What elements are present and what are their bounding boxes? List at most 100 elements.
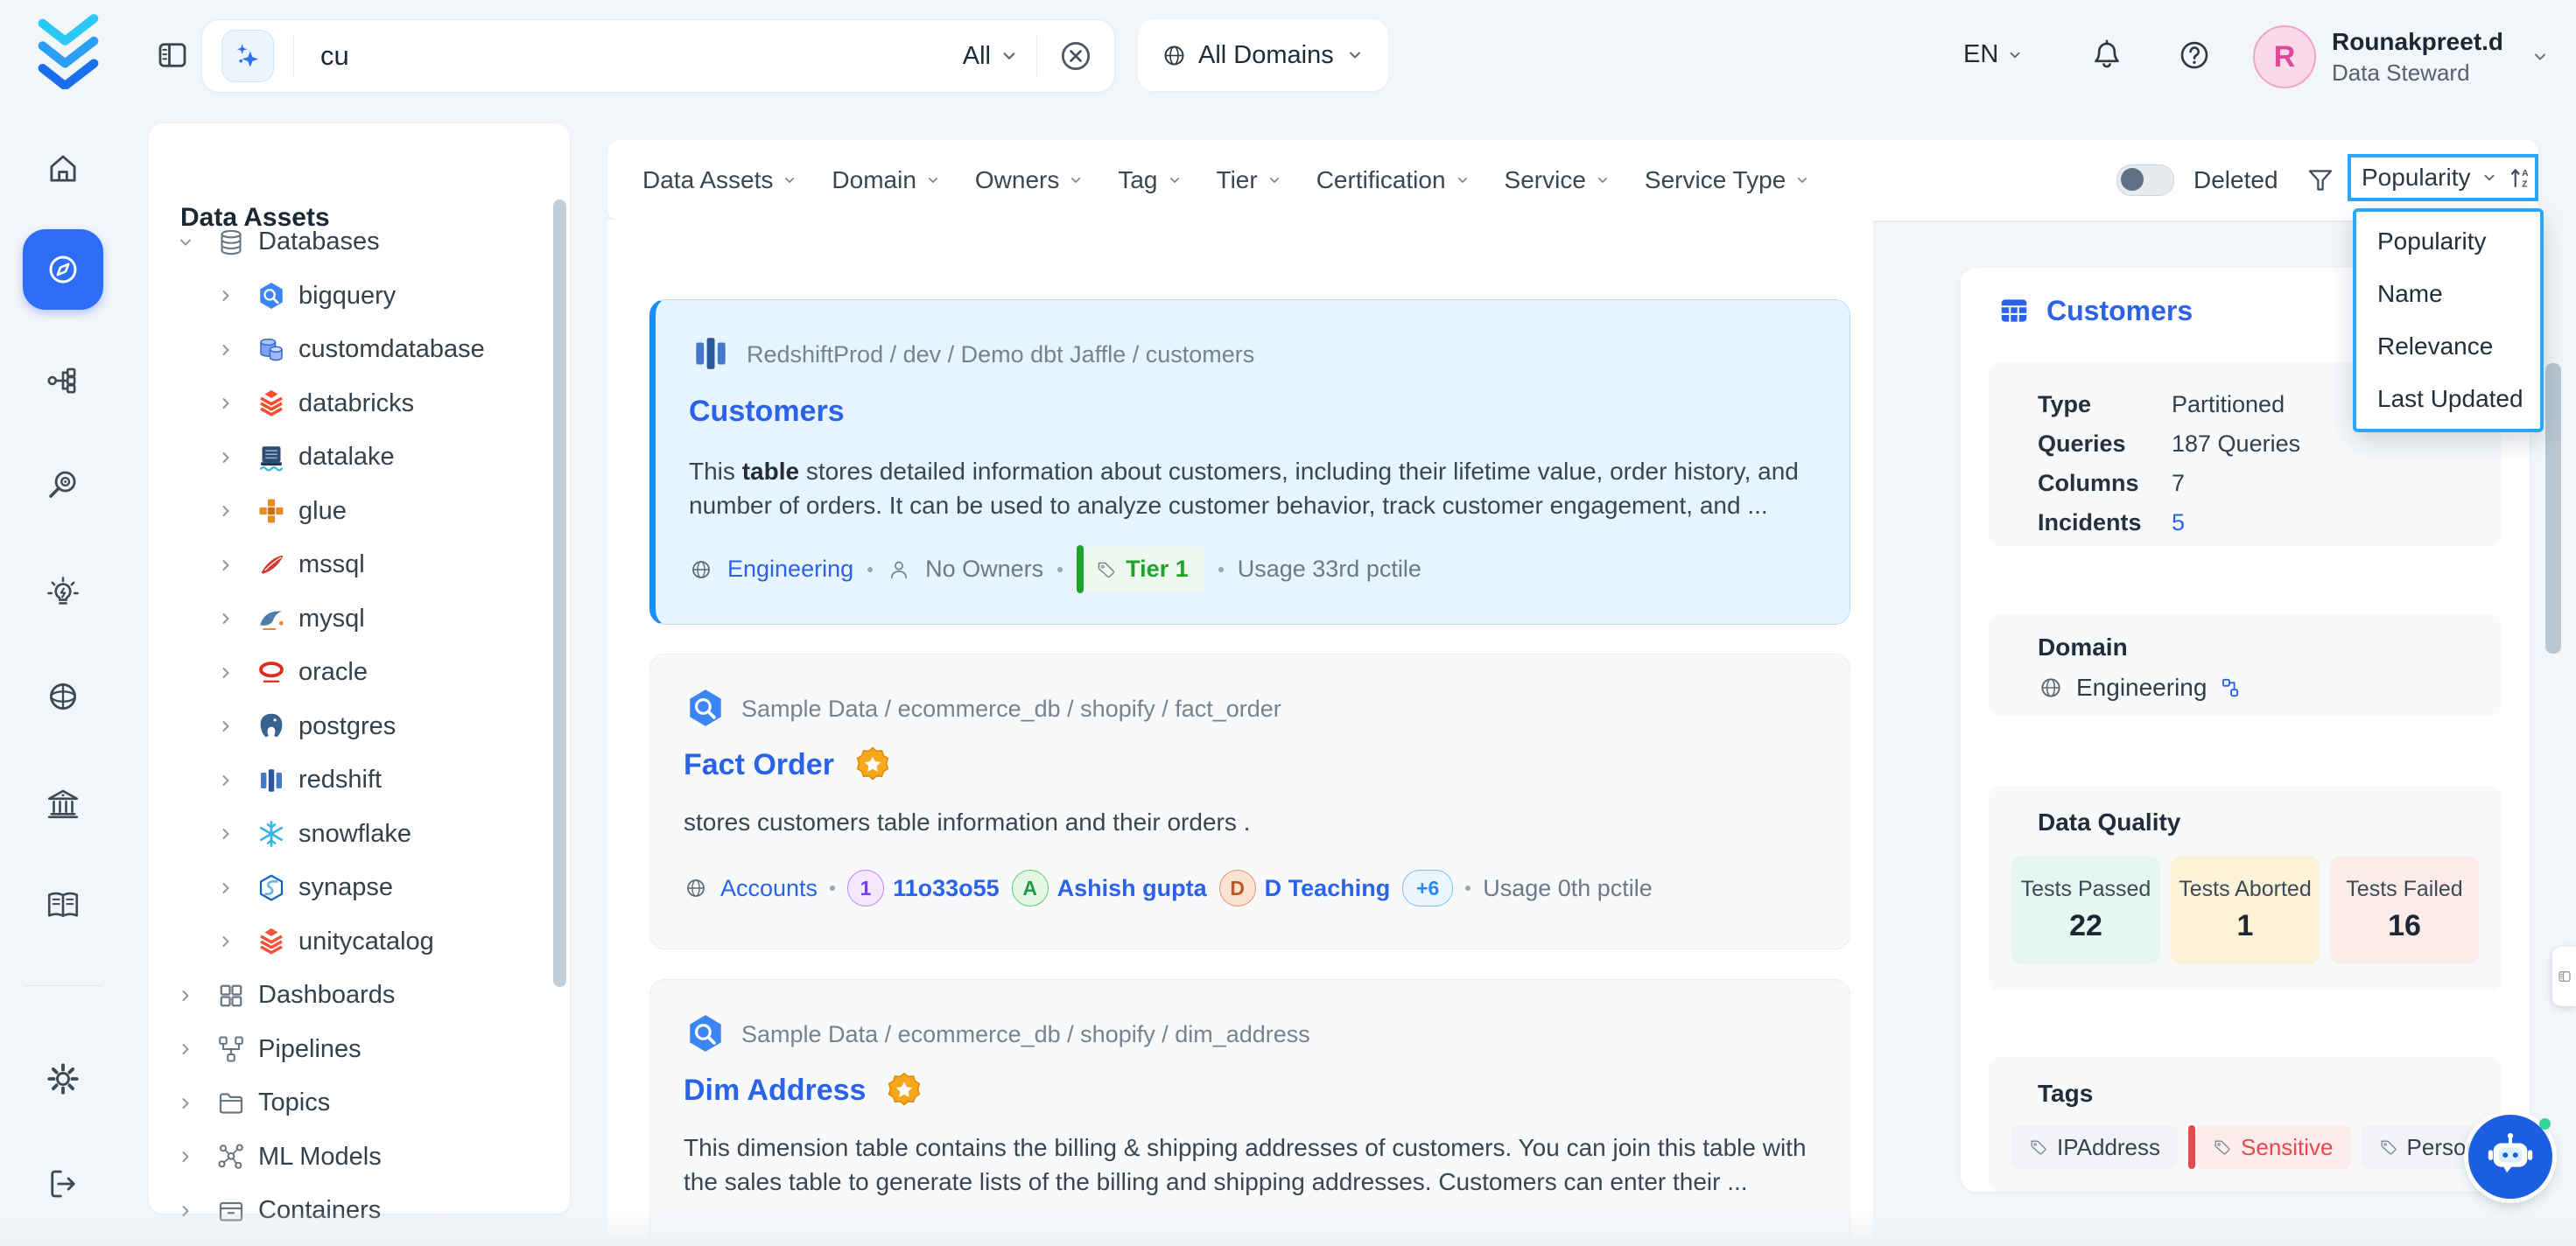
tree-chevron-icon[interactable] — [215, 823, 236, 844]
lineage-link-icon[interactable] — [2219, 676, 2242, 699]
sort-option[interactable]: Relevance — [2356, 320, 2540, 373]
tree-chevron-icon[interactable] — [215, 608, 236, 629]
notifications-bell-icon[interactable] — [2088, 37, 2125, 74]
tree-item-oracle[interactable]: oracle — [149, 646, 544, 700]
tree-chevron-icon[interactable] — [215, 931, 236, 952]
language-select[interactable]: EN — [1963, 40, 2025, 69]
filter-chip[interactable]: Service — [1505, 166, 1611, 194]
filter-chip[interactable]: Owners — [975, 166, 1084, 194]
owner[interactable]: A Ashish gupta — [1012, 870, 1207, 906]
sort-az-icon[interactable] — [2508, 164, 2534, 191]
tree-item-dashboards[interactable]: Dashboards — [149, 969, 544, 1023]
search-input[interactable]: cu — [320, 40, 349, 72]
sidebar-toggle-icon[interactable] — [154, 37, 191, 74]
tree-chevron-icon[interactable] — [215, 393, 236, 414]
filter-chip[interactable]: Tag — [1118, 166, 1183, 194]
global-search[interactable]: cu All — [201, 19, 1115, 93]
tree-chevron-icon[interactable] — [215, 285, 236, 306]
sort-option[interactable]: Last Updated — [2356, 373, 2540, 425]
edge-tab-handle[interactable] — [2552, 947, 2576, 1006]
tree-item-synapse[interactable]: synapse — [149, 861, 544, 915]
all-domains-filter[interactable]: All Domains — [1138, 19, 1388, 91]
filter-chip[interactable]: Data Assets — [642, 166, 798, 194]
tree-chevron-icon[interactable] — [215, 770, 236, 791]
tree-item-mssql[interactable]: mssql — [149, 538, 544, 592]
domain-name[interactable]: Engineering — [2076, 674, 2207, 702]
clear-search-icon[interactable] — [1056, 37, 1095, 75]
result-card-dim-address[interactable]: Sample Data / ecommerce_db / shopify / d… — [649, 979, 1850, 1246]
sort-dropdown[interactable]: Popularity — [2348, 154, 2538, 201]
dq-tile[interactable]: Tests Aborted 1 — [2171, 856, 2320, 964]
tree-item-databases[interactable]: Databases — [149, 215, 544, 270]
help-icon[interactable] — [2176, 37, 2213, 74]
owner[interactable]: D D Teaching — [1219, 870, 1391, 906]
tree-chevron-icon[interactable] — [215, 662, 236, 683]
filter-funnel-icon[interactable] — [2305, 164, 2336, 196]
asset-title[interactable]: Dim Address — [684, 1074, 866, 1108]
tree-chevron-icon[interactable] — [215, 500, 236, 522]
tree-item-pipelines[interactable]: Pipelines — [149, 1023, 544, 1077]
tree-scrollbar[interactable] — [553, 200, 566, 987]
ai-chat-button[interactable] — [2468, 1115, 2552, 1199]
search-scope-chevron-icon[interactable] — [998, 45, 1021, 67]
tree-item-postgres[interactable]: postgres — [149, 700, 544, 754]
result-card-customers[interactable]: RedshiftProd / dev / Demo dbt Jaffle / c… — [649, 299, 1850, 625]
result-card-fact-order[interactable]: Sample Data / ecommerce_db / shopify / f… — [649, 654, 1850, 949]
domain-link[interactable]: Engineering — [727, 556, 853, 583]
filter-chip[interactable]: Certification — [1316, 166, 1471, 194]
observability-nav[interactable] — [23, 444, 103, 525]
tree-chevron-icon[interactable] — [175, 985, 196, 1006]
asset-title[interactable]: Customers — [689, 395, 845, 429]
tier-badge[interactable]: Tier 1 — [1084, 547, 1204, 592]
user-menu[interactable]: R Rounakpreet.d Data Steward — [2253, 25, 2551, 88]
user-avatar[interactable]: R — [2253, 25, 2316, 88]
tree-chevron-icon[interactable] — [215, 716, 236, 737]
tree-item-snowflake[interactable]: snowflake — [149, 808, 544, 862]
tree-chevron-icon[interactable] — [175, 1039, 196, 1060]
sort-option[interactable]: Popularity — [2356, 215, 2540, 268]
tree-item-topics[interactable]: Topics — [149, 1076, 544, 1130]
sort-option[interactable]: Name — [2356, 268, 2540, 320]
tree-item-customdatabase[interactable]: customdatabase — [149, 323, 544, 377]
governance-nav[interactable] — [23, 763, 103, 844]
tree-chevron-icon[interactable] — [175, 1146, 196, 1167]
more-owners-chip[interactable]: +6 — [1402, 870, 1453, 906]
tag-pill[interactable]: Sensitive — [2195, 1125, 2351, 1169]
tree-item-bigquery[interactable]: bigquery — [149, 270, 544, 324]
settings-nav[interactable] — [23, 1039, 103, 1119]
dq-tile[interactable]: Tests Failed 16 — [2330, 856, 2479, 964]
search-scope-select[interactable]: All — [963, 42, 991, 71]
tree-item-datalake[interactable]: datalake — [149, 430, 544, 485]
glossary-nav[interactable] — [23, 864, 103, 945]
tree-item-unitycatalog[interactable]: unitycatalog — [149, 915, 544, 970]
tree-item-glue[interactable]: glue — [149, 485, 544, 539]
domain-link[interactable]: Accounts — [720, 875, 818, 902]
tree-item-mysql[interactable]: mysql — [149, 592, 544, 647]
filter-chip[interactable]: Tier — [1217, 166, 1283, 194]
owner[interactable]: 1 11o33o55 — [847, 870, 1000, 906]
domains-nav[interactable] — [23, 656, 103, 737]
tree-chevron-icon[interactable] — [175, 232, 196, 253]
filter-chip[interactable]: Domain — [832, 166, 941, 194]
filter-chip[interactable]: Service Type — [1645, 166, 1811, 194]
tree-chevron-icon[interactable] — [215, 878, 236, 899]
explore-nav[interactable] — [23, 229, 103, 310]
language-label: EN — [1963, 40, 1998, 69]
home-nav[interactable] — [23, 129, 103, 209]
tree-item-redshift[interactable]: redshift — [149, 753, 544, 808]
tree-chevron-icon[interactable] — [215, 447, 236, 468]
dq-tile[interactable]: Tests Passed 22 — [2011, 856, 2160, 964]
tree-item-ml-models[interactable]: ML Models — [149, 1130, 544, 1185]
tree-chevron-icon[interactable] — [215, 555, 236, 576]
deleted-toggle[interactable] — [2116, 164, 2174, 196]
tree-chevron-icon[interactable] — [175, 1093, 196, 1114]
tree-chevron-icon[interactable] — [215, 340, 236, 360]
lineage-nav[interactable] — [23, 340, 103, 421]
insights-nav[interactable] — [23, 553, 103, 634]
asset-title[interactable]: Fact Order — [684, 748, 834, 782]
preview-title[interactable]: Customers — [2046, 295, 2193, 327]
tag-pill[interactable]: IPAddress — [2011, 1125, 2178, 1169]
tree-item-databricks[interactable]: databricks — [149, 377, 544, 431]
ai-sparkle-icon[interactable] — [221, 30, 274, 82]
page-scrollbar[interactable] — [2545, 363, 2561, 654]
